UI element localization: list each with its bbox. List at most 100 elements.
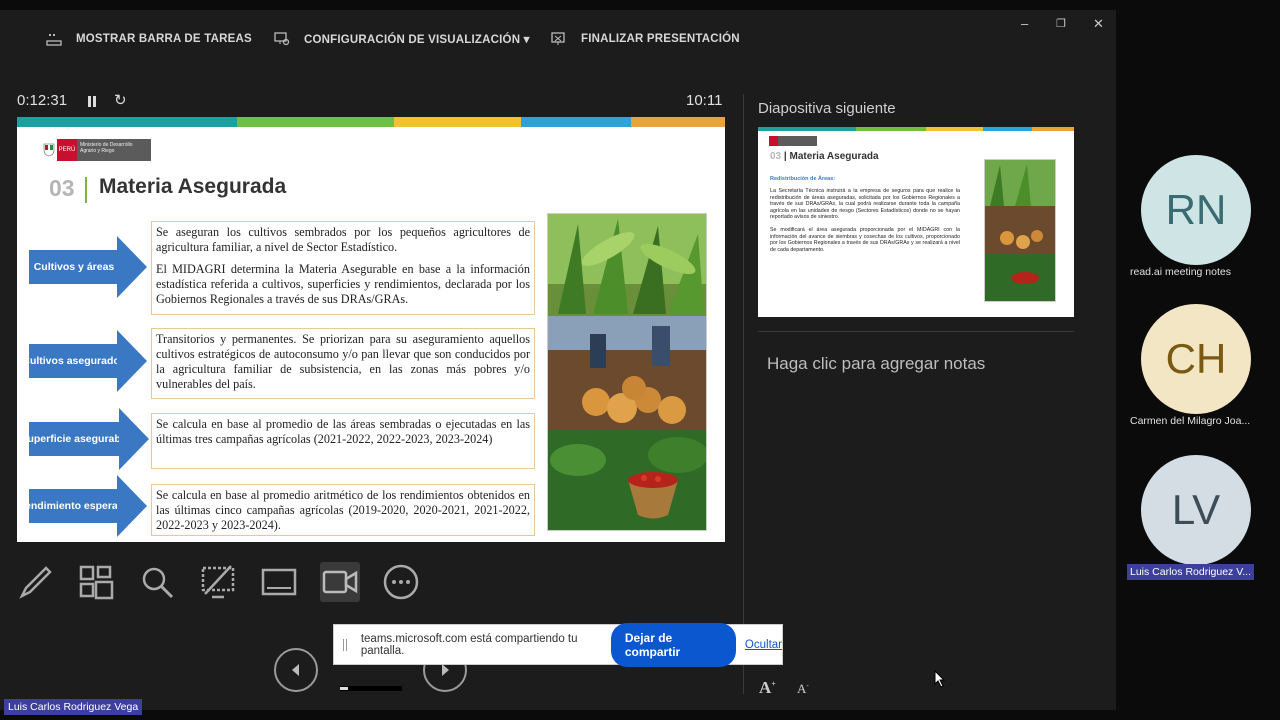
next-slide-preview[interactable]: 03 | Materia Asegurada Redistribución de… xyxy=(758,127,1074,317)
previous-arrow-icon xyxy=(292,664,299,676)
camera-icon xyxy=(322,570,358,594)
paragraph: Se calcula en base al promedio de las ár… xyxy=(156,417,530,446)
display-settings-button[interactable]: CONFIGURACIÓN DE VISUALIZACIÓN ▾ xyxy=(274,32,530,46)
slide-title: Materia Asegurada xyxy=(99,175,287,198)
increase-font-icon[interactable]: A+ xyxy=(759,678,776,698)
header-stripe-green xyxy=(237,117,394,127)
screen-share-stage: MOSTRAR BARRA DE TAREAS CONFIGURACIÓN DE… xyxy=(0,0,1280,720)
mini-government-logo xyxy=(769,136,817,146)
text-box-superficie: Se calcula en base al promedio de las ár… xyxy=(151,413,535,469)
panel-divider xyxy=(743,94,744,694)
arrow-head-shape xyxy=(119,408,149,470)
text-box-cultivos-areas: Se aseguran los cultivos sembrados por l… xyxy=(151,221,535,315)
logo-country: PERÚ xyxy=(57,139,77,161)
end-slideshow-label: FINALIZAR PRESENTACIÓN xyxy=(581,33,740,45)
pen-tool-button[interactable] xyxy=(16,562,56,602)
notes-divider xyxy=(758,331,1074,332)
subtitles-button[interactable] xyxy=(259,562,299,602)
arrow-label: Superficie asegurable xyxy=(20,422,130,456)
header-stripe-teal xyxy=(758,127,856,131)
shield-icon xyxy=(41,139,57,161)
close-window-button[interactable]: ✕ xyxy=(1093,16,1104,32)
zoom-button[interactable] xyxy=(137,562,177,602)
arrow-head-shape xyxy=(117,475,147,537)
stop-sharing-button[interactable]: Dejar de compartir xyxy=(610,622,736,667)
share-message: teams.microsoft.com está compartiendo tu… xyxy=(360,632,578,657)
pause-timer-icon[interactable] xyxy=(88,94,98,107)
speaker-notes-placeholder[interactable]: Haga clic para agregar notas xyxy=(767,354,985,374)
text-box-cultivos-asegurados: Transitorios y permanentes. Se priorizan… xyxy=(151,328,535,399)
paragraph: Se aseguran los cultivos sembrados por l… xyxy=(156,225,530,254)
next-slide-label: Diapositiva siguiente xyxy=(758,100,896,117)
hide-banner-link[interactable]: Ocultar xyxy=(745,639,782,651)
paragraph: Se modificará el área asegurada proporci… xyxy=(770,226,960,253)
photo-collage xyxy=(547,213,707,531)
section-divider xyxy=(85,177,87,203)
grid-icon xyxy=(79,565,114,600)
subtitles-icon xyxy=(261,568,297,596)
header-stripe-orange xyxy=(1032,127,1074,131)
restart-timer-icon[interactable]: ↻ xyxy=(114,91,127,109)
drag-handle-icon[interactable] xyxy=(343,638,347,651)
participant-avatar-ch[interactable]: CH xyxy=(1141,304,1251,414)
participant-avatar-lv[interactable]: LV xyxy=(1141,455,1251,565)
header-stripe-blue xyxy=(983,127,1032,131)
participant-name: Carmen del Milagro Joa... xyxy=(1130,415,1251,427)
paragraph: Se calcula en base al promedio aritmétic… xyxy=(156,488,530,532)
arrow-label: Cultivos y áreas xyxy=(29,250,119,284)
text-box-rendimiento: Se calcula en base al promedio aritmétic… xyxy=(151,484,535,536)
minimize-button[interactable]: – xyxy=(1021,16,1028,31)
restore-button[interactable]: ❐ xyxy=(1056,17,1066,30)
arrow-label: Cultivos asegurados xyxy=(22,344,126,378)
show-taskbar-button[interactable]: MOSTRAR BARRA DE TAREAS xyxy=(46,32,252,46)
next-slide-number: 03 xyxy=(770,151,782,162)
more-icon xyxy=(383,564,419,600)
presenter-toolbar: MOSTRAR BARRA DE TAREAS CONFIGURACIÓN DE… xyxy=(0,10,1116,68)
paragraph: El MIDAGRI determina la Materia Asegurab… xyxy=(156,262,530,306)
display-settings-label: CONFIGURACIÓN DE VISUALIZACIÓN ▾ xyxy=(304,34,530,46)
presenter-view-window: MOSTRAR BARRA DE TAREAS CONFIGURACIÓN DE… xyxy=(0,10,1116,710)
participant-name: read.ai meeting notes xyxy=(1130,266,1231,278)
camera-toggle-button[interactable] xyxy=(320,562,360,602)
previous-slide-button[interactable] xyxy=(274,648,318,692)
header-stripe-green xyxy=(856,127,926,131)
government-logo: PERÚ Ministerio de Desarrollo Agrario y … xyxy=(41,139,151,161)
participant-name-active: Luis Carlos Rodriguez V... xyxy=(1127,564,1255,580)
end-slideshow-button[interactable]: FINALIZAR PRESENTACIÓN xyxy=(551,32,740,46)
next-slide-photos xyxy=(984,159,1056,302)
header-stripe-teal xyxy=(17,117,237,127)
next-slide-body: La Secretaría Técnica instruirá a la emp… xyxy=(770,188,960,253)
next-slide-title-text: Materia Asegurada xyxy=(789,151,879,162)
see-all-slides-button[interactable] xyxy=(76,562,116,602)
header-stripe-yellow xyxy=(926,127,983,131)
self-video-name: Luis Carlos Rodriguez Vega xyxy=(4,699,143,715)
taskbar-icon xyxy=(46,34,62,46)
show-taskbar-label: MOSTRAR BARRA DE TAREAS xyxy=(76,33,252,45)
end-show-icon xyxy=(551,32,565,45)
next-slide-subtitle: Redistribución de Áreas: xyxy=(770,176,836,182)
slide-progress-bar xyxy=(340,686,402,691)
coffee-basket-photo xyxy=(548,430,706,530)
black-screen-button[interactable] xyxy=(198,562,238,602)
slide-progress-fill xyxy=(340,687,348,690)
mouse-cursor-icon xyxy=(934,670,946,688)
magnifier-icon xyxy=(142,567,174,599)
decrease-font-icon[interactable]: A- xyxy=(797,681,809,697)
logo-ministry: Ministerio de Desarrollo Agrario y Riego xyxy=(77,139,151,161)
current-slide: PERÚ Ministerio de Desarrollo Agrario y … xyxy=(17,117,725,542)
participant-avatar-rn[interactable]: RN xyxy=(1141,155,1251,265)
potato-harvest-photo xyxy=(548,316,706,430)
paragraph: La Secretaría Técnica instruirá a la emp… xyxy=(770,188,960,221)
monitor-gear-icon xyxy=(274,32,290,46)
next-slide-title: 03 | Materia Asegurada xyxy=(770,151,879,162)
section-number: 03 xyxy=(49,175,75,201)
header-stripe-orange xyxy=(631,117,725,127)
header-stripe-blue xyxy=(521,117,631,127)
more-options-button[interactable] xyxy=(381,562,421,602)
arrow-label: Rendimiento esperado xyxy=(17,489,131,523)
pen-icon xyxy=(19,566,52,599)
paragraph: Transitorios y permanentes. Se priorizan… xyxy=(156,332,530,391)
screen-share-banner: teams.microsoft.com está compartiendo tu… xyxy=(333,622,783,667)
header-stripe-yellow xyxy=(394,117,521,127)
current-time: 10:11 xyxy=(686,92,723,109)
